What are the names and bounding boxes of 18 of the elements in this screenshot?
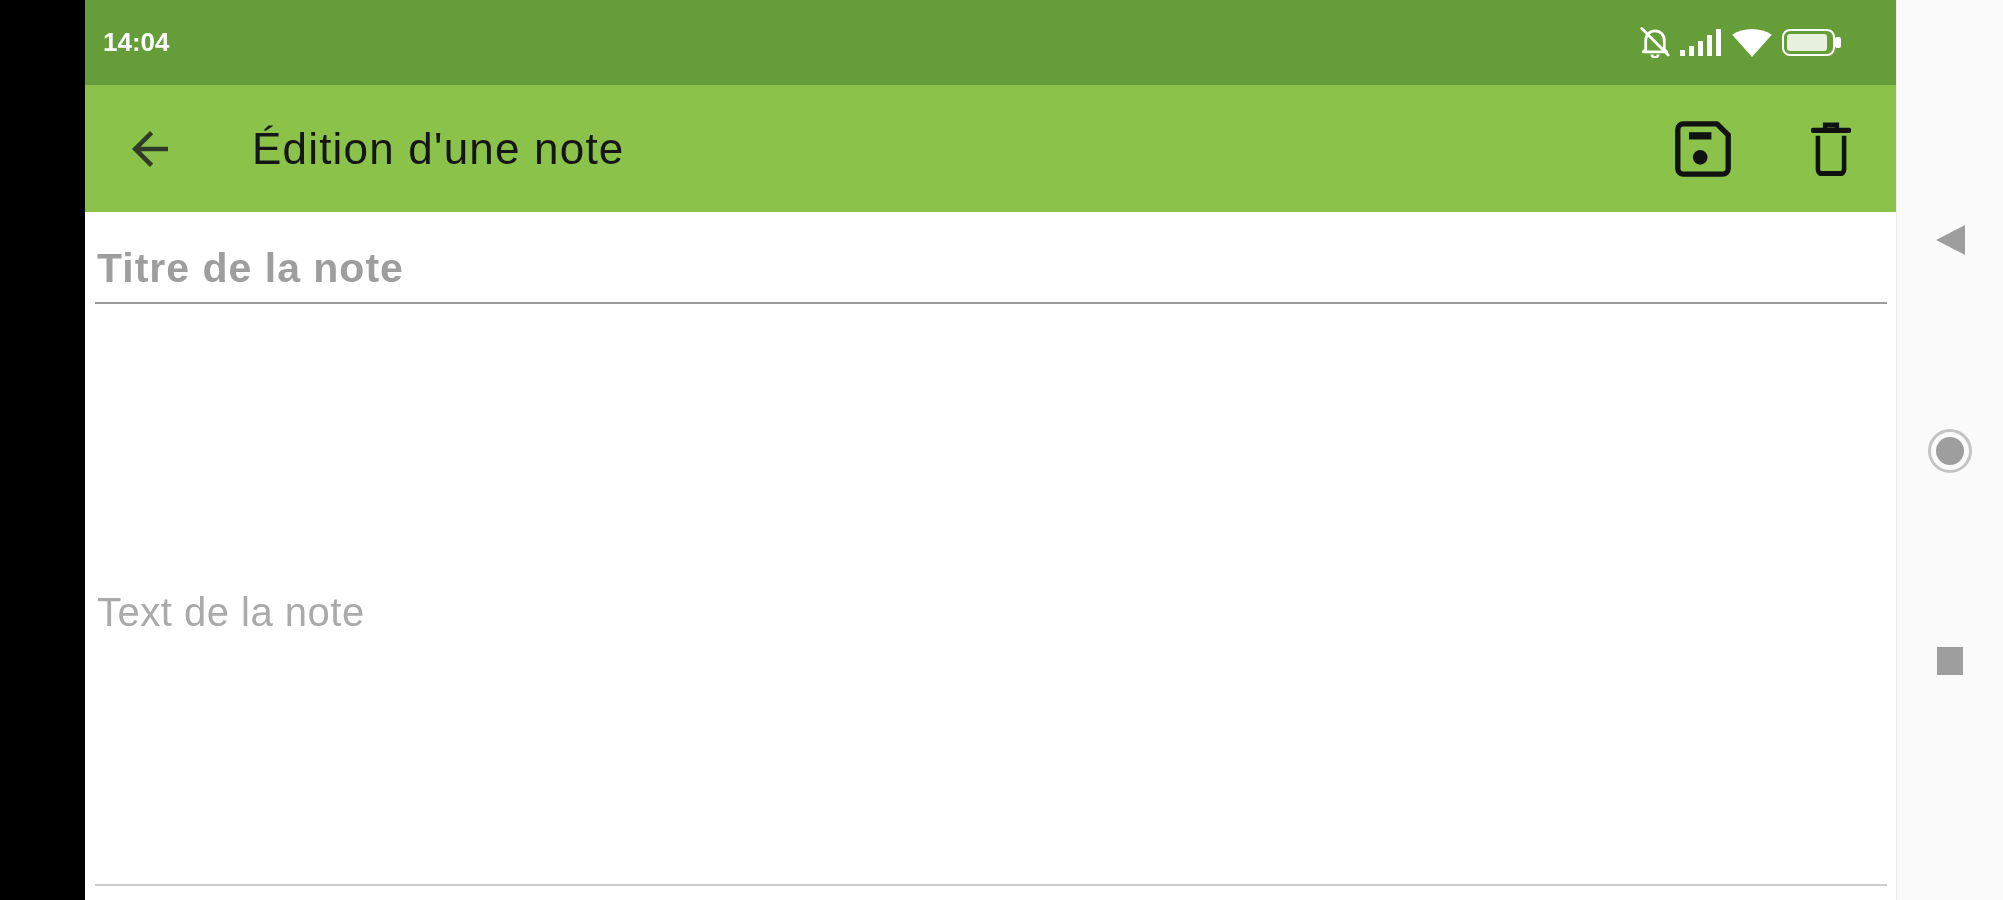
muted-bell-icon [1640, 27, 1670, 58]
body-field[interactable]: Text de la note [95, 308, 1887, 886]
title-field[interactable]: Titre de la note [95, 234, 1887, 304]
back-button[interactable] [132, 130, 168, 167]
signal-icon [1680, 29, 1722, 56]
trash-icon [1811, 121, 1851, 176]
nav-back-button[interactable] [1935, 225, 1965, 255]
screen-title: Édition d'une note [252, 123, 625, 174]
save-button[interactable] [1675, 120, 1731, 177]
delete-button[interactable] [1811, 121, 1851, 176]
triangle-left-icon [1935, 225, 1965, 255]
battery-icon [1782, 29, 1841, 56]
status-time: 14:04 [103, 27, 170, 58]
circle-icon [1928, 429, 1972, 473]
nav-home-button[interactable] [1928, 429, 1972, 473]
wifi-icon [1732, 28, 1772, 57]
arrow-left-icon [132, 130, 168, 167]
square-icon [1937, 647, 1963, 675]
